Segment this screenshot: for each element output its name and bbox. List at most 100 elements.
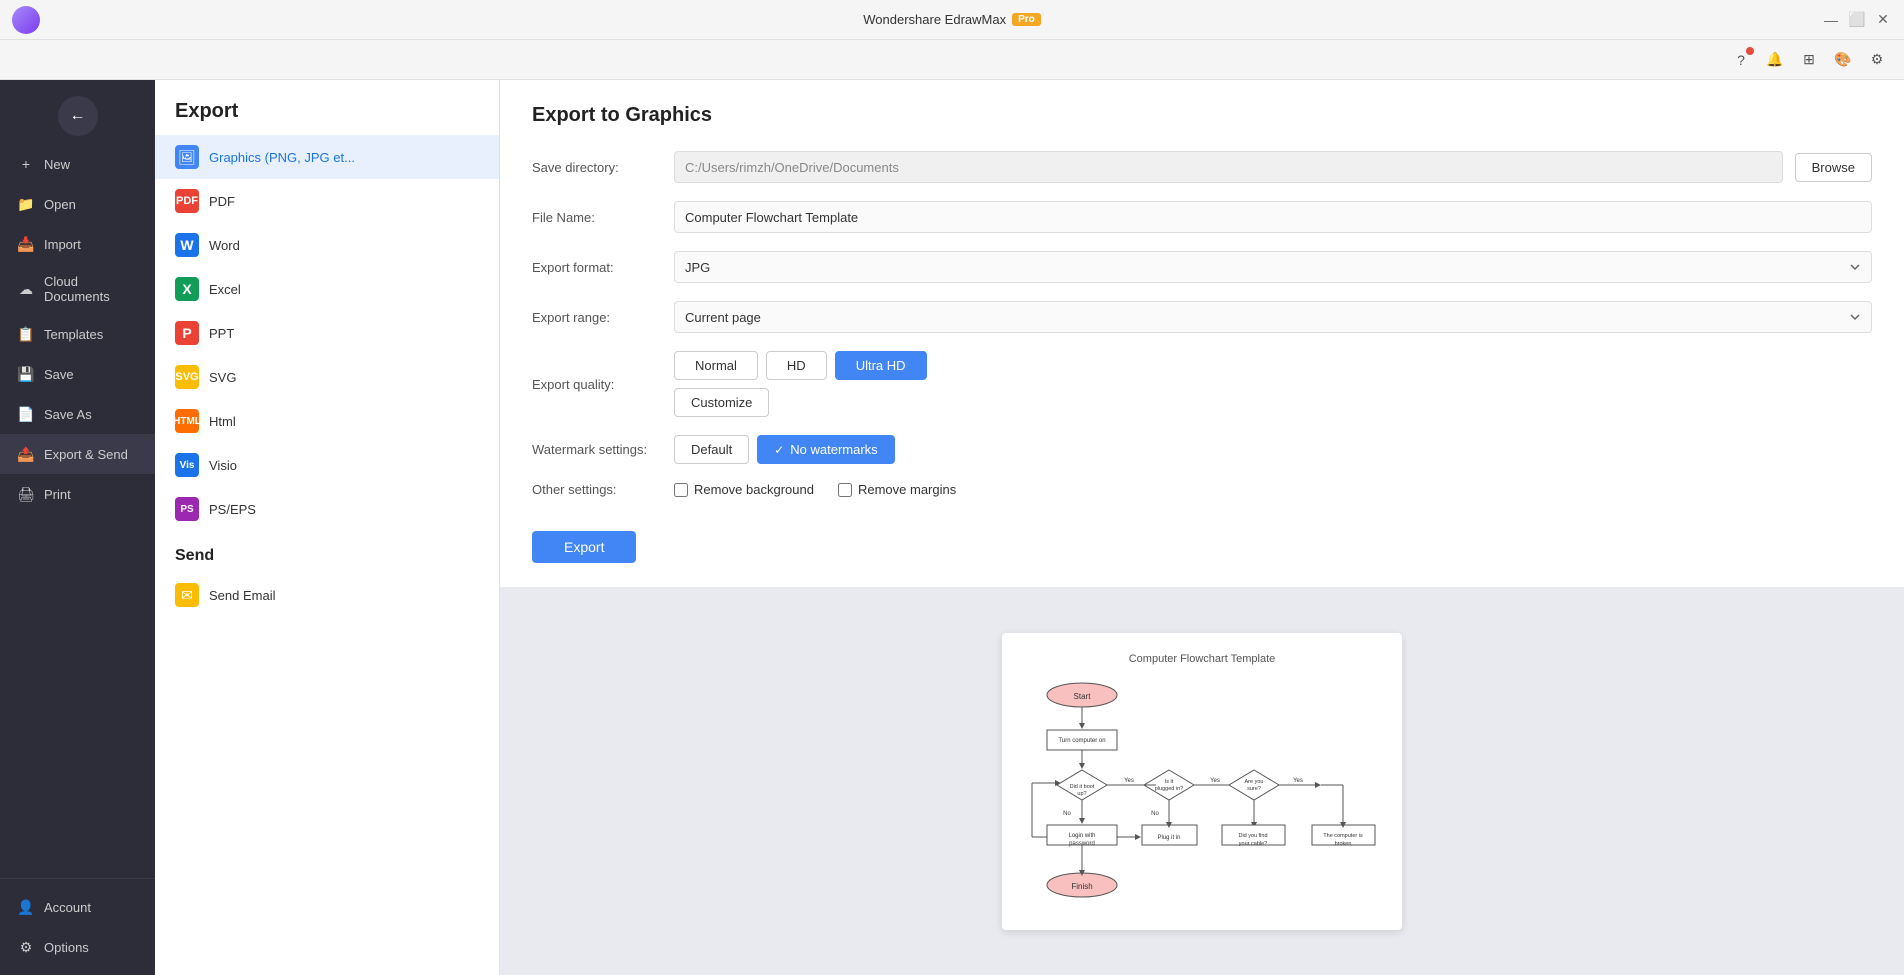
maximize-button[interactable]: ⬜ xyxy=(1848,11,1866,29)
export-nav-svg[interactable]: SVG SVG xyxy=(155,355,499,399)
quality-ultra-hd-button[interactable]: Ultra HD xyxy=(835,351,927,380)
sidebar-item-new[interactable]: + New xyxy=(0,144,155,184)
export-nav-svg-label: SVG xyxy=(209,370,236,385)
settings-icon[interactable]: ⚙ xyxy=(1866,49,1888,71)
svg-text:Finish: Finish xyxy=(1071,882,1092,891)
sidebar-item-open[interactable]: 📁 Open xyxy=(0,184,155,224)
svg-text:Yes: Yes xyxy=(1124,778,1134,784)
watermark-default-button[interactable]: Default xyxy=(674,435,749,464)
sidebar-item-import-label: Import xyxy=(44,237,81,252)
svg-text:Yes: Yes xyxy=(1210,778,1220,784)
browse-button[interactable]: Browse xyxy=(1795,153,1872,182)
preview-area: Computer Flowchart Template Start Turn c… xyxy=(500,587,1904,975)
options-icon: ⚙ xyxy=(16,937,36,957)
themes-icon[interactable]: 🎨 xyxy=(1832,49,1854,71)
customize-row: Customize xyxy=(674,388,927,417)
svg-text:Is it: Is it xyxy=(1165,779,1174,785)
remove-margins-checkbox[interactable]: Remove margins xyxy=(838,482,956,497)
quality-hd-button[interactable]: HD xyxy=(766,351,827,380)
sidebar-item-print-label: Print xyxy=(44,487,71,502)
back-button[interactable]: ← xyxy=(58,96,98,136)
pseps-icon: PS xyxy=(175,497,199,521)
svg-text:broken: broken xyxy=(1335,841,1352,847)
save-directory-label: Save directory: xyxy=(532,160,662,175)
sidebar-item-export-label: Export & Send xyxy=(44,447,128,462)
export-format-select[interactable]: JPG PNG BMP SVG TIFF GIF xyxy=(674,251,1872,283)
svg-text:Login with: Login with xyxy=(1068,833,1095,839)
export-nav-excel[interactable]: X Excel xyxy=(155,267,499,311)
other-settings-label: Other settings: xyxy=(532,482,662,497)
watermark-no-label: No watermarks xyxy=(790,442,877,457)
help-icon[interactable]: ? xyxy=(1730,49,1752,71)
sidebar-item-options[interactable]: ⚙ Options xyxy=(0,927,155,967)
svg-text:Start: Start xyxy=(1074,692,1092,701)
send-header: Send xyxy=(155,531,499,573)
other-settings-row: Other settings: Remove background Remove… xyxy=(532,482,1872,497)
export-range-select[interactable]: Current page All pages Selected objects xyxy=(674,301,1872,333)
export-nav-word[interactable]: W Word xyxy=(155,223,499,267)
customize-button[interactable]: Customize xyxy=(674,388,769,417)
account-icon: 👤 xyxy=(16,897,36,917)
send-email-item[interactable]: ✉ Send Email xyxy=(155,573,499,617)
watermark-group: Default ✓ No watermarks xyxy=(674,435,895,464)
notification-badge xyxy=(1746,47,1754,55)
export-quality-label: Export quality: xyxy=(532,377,662,392)
export-nav-ppt[interactable]: P PPT xyxy=(155,311,499,355)
file-name-label: File Name: xyxy=(532,210,662,225)
remove-margins-input[interactable] xyxy=(838,483,852,497)
export-button[interactable]: Export xyxy=(532,531,636,563)
export-nav-html[interactable]: HTML Html xyxy=(155,399,499,443)
export-quality-row: Export quality: Normal HD Ultra HD Custo… xyxy=(532,351,1872,417)
saveas-icon: 📄 xyxy=(16,404,36,424)
sidebar-item-export[interactable]: 📤 Export & Send xyxy=(0,434,155,474)
visio-icon: Vis xyxy=(175,453,199,477)
sidebar-item-saveas[interactable]: 📄 Save As xyxy=(0,394,155,434)
svg-text:Turn computer on: Turn computer on xyxy=(1058,738,1105,744)
save-directory-input[interactable] xyxy=(674,151,1783,183)
notification-icon[interactable]: 🔔 xyxy=(1764,49,1786,71)
sidebar-item-account[interactable]: 👤 Account xyxy=(0,887,155,927)
open-icon: 📁 xyxy=(16,194,36,214)
other-settings-group: Remove background Remove margins xyxy=(674,482,956,497)
export-nav-pseps[interactable]: PS PS/EPS xyxy=(155,487,499,531)
sidebar-item-saveas-label: Save As xyxy=(44,407,92,422)
export-nav-pdf[interactable]: PDF PDF xyxy=(155,179,499,223)
export-form-title: Export to Graphics xyxy=(532,104,1872,127)
quality-normal-button[interactable]: Normal xyxy=(674,351,758,380)
sidebar-item-save[interactable]: 💾 Save xyxy=(0,354,155,394)
email-icon: ✉ xyxy=(175,583,199,607)
export-nav-graphics[interactable]: 🖼 Graphics (PNG, JPG et... xyxy=(155,135,499,179)
app-title: Wondershare EdrawMax Pro xyxy=(863,12,1041,27)
sidebar-item-open-label: Open xyxy=(44,197,76,212)
export-nav-excel-label: Excel xyxy=(209,282,241,297)
export-range-label: Export range: xyxy=(532,310,662,325)
sidebar-item-templates[interactable]: 📋 Templates xyxy=(0,314,155,354)
sidebar-item-cloud[interactable]: ☁ Cloud Documents xyxy=(0,264,155,314)
watermark-label: Watermark settings: xyxy=(532,442,662,457)
excel-icon: X xyxy=(175,277,199,301)
sidebar-item-cloud-label: Cloud Documents xyxy=(44,274,139,304)
minimize-button[interactable]: — xyxy=(1822,11,1840,29)
sidebar-item-print[interactable]: 🖨 Print xyxy=(0,474,155,514)
svg-text:plugged in?: plugged in? xyxy=(1155,786,1183,792)
watermark-no-button[interactable]: ✓ No watermarks xyxy=(757,435,894,464)
export-format-row: Export format: JPG PNG BMP SVG TIFF GIF xyxy=(532,251,1872,283)
word-icon: W xyxy=(175,233,199,257)
preview-card: Computer Flowchart Template Start Turn c… xyxy=(1002,633,1402,930)
svg-text:The computer is: The computer is xyxy=(1323,833,1363,839)
remove-margins-label: Remove margins xyxy=(858,482,956,497)
svg-text:Plug it in: Plug it in xyxy=(1157,835,1180,841)
quality-group: Normal HD Ultra HD Customize xyxy=(674,351,927,417)
file-name-input[interactable] xyxy=(674,201,1872,233)
remove-bg-checkbox[interactable]: Remove background xyxy=(674,482,814,497)
checkmark-icon: ✓ xyxy=(774,443,784,457)
flowchart-preview: Start Turn computer on Did it boot up? xyxy=(1022,675,1382,905)
window-controls: — ⬜ ✕ xyxy=(1822,11,1892,29)
export-range-row: Export range: Current page All pages Sel… xyxy=(532,301,1872,333)
remove-bg-input[interactable] xyxy=(674,483,688,497)
close-button[interactable]: ✕ xyxy=(1874,11,1892,29)
export-nav-visio[interactable]: Vis Visio xyxy=(155,443,499,487)
svg-text:Yes: Yes xyxy=(1293,778,1303,784)
apps-icon[interactable]: ⊞ xyxy=(1798,49,1820,71)
sidebar-item-import[interactable]: 📥 Import xyxy=(0,224,155,264)
